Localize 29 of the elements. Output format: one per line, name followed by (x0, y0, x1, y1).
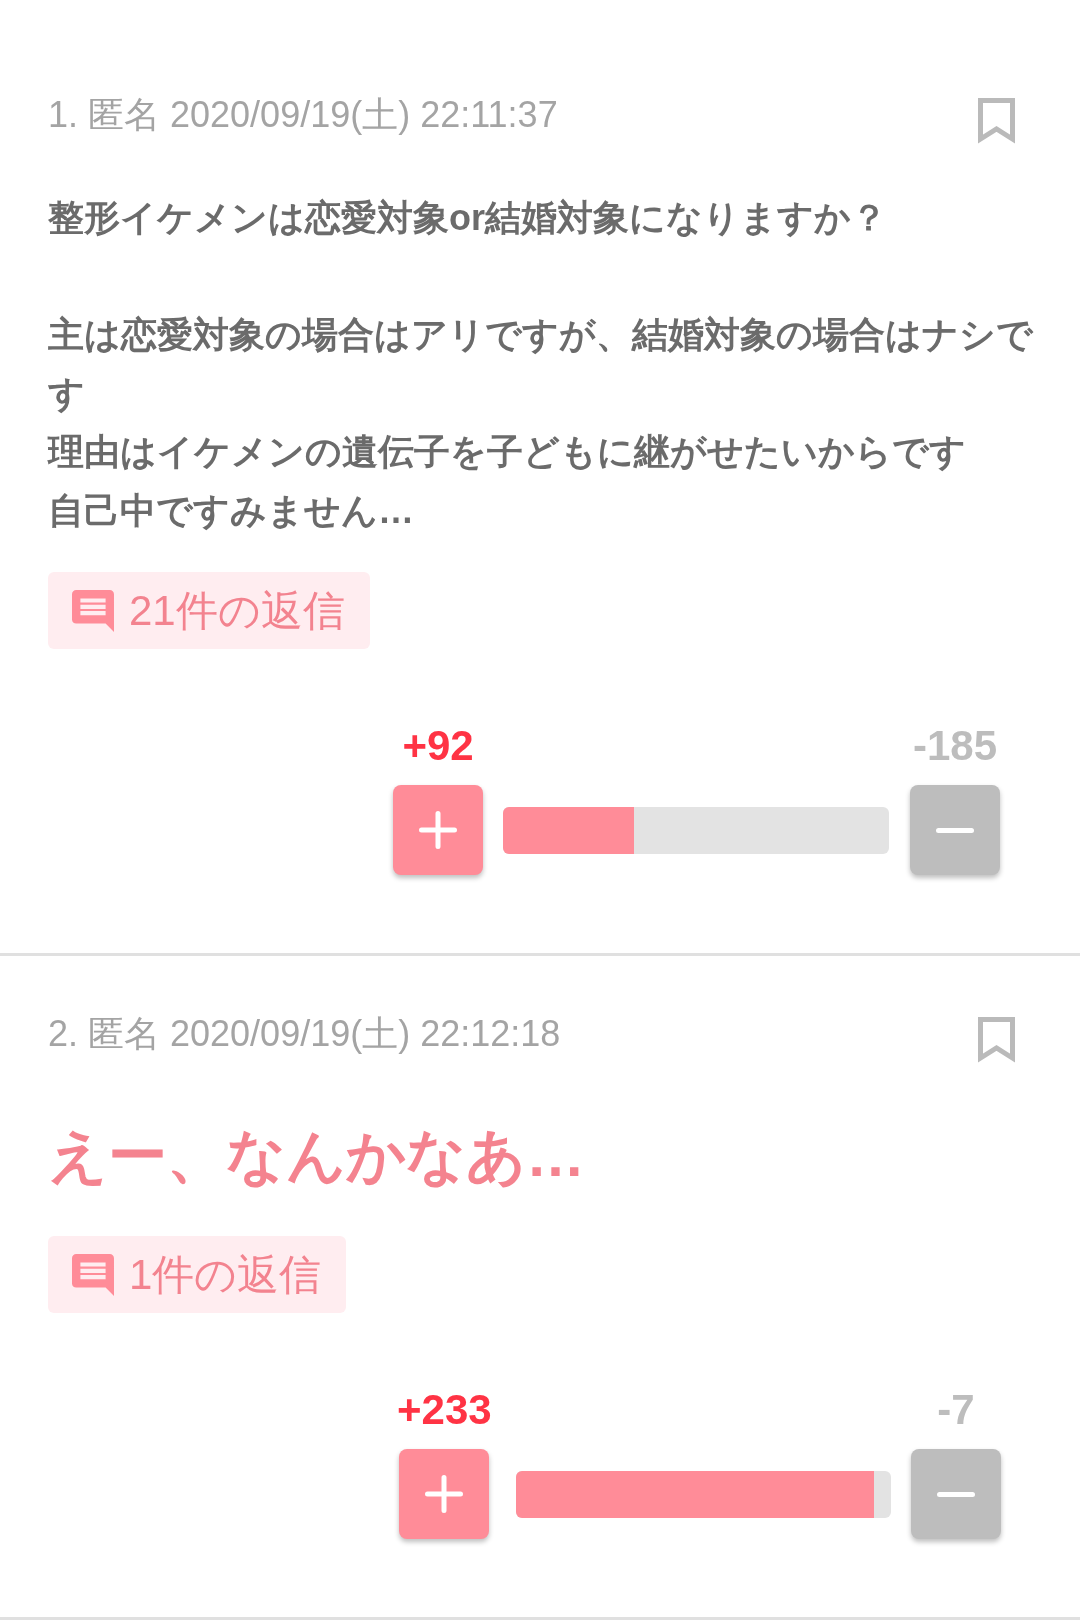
bookmark-icon[interactable] (978, 1017, 1015, 1063)
author-name: 匿名 (88, 1012, 161, 1056)
minus-count: -7 (936, 1385, 976, 1435)
comment-text: 整形イケメンは恋愛対象or結婚対象になりますか？ (48, 196, 888, 240)
bookmark-icon[interactable] (978, 98, 1015, 144)
speech-bubble-icon (72, 1253, 114, 1296)
minus-button[interactable] (909, 785, 1000, 875)
author-name: 匿名 (88, 93, 161, 137)
post-date: 2020/09/19(土) 22:11:37 (170, 93, 558, 137)
post-date: 2020/09/19(土) 22:12:18 (170, 1012, 561, 1056)
comment-number: 1. (48, 93, 79, 137)
replies-button[interactable]: 1件の返信 (48, 1236, 347, 1313)
comment-number: 2. (48, 1012, 79, 1056)
speech-bubble-icon (72, 589, 114, 632)
minus-icon (937, 1491, 975, 1497)
minus-icon (935, 827, 974, 833)
plus-icon (419, 811, 457, 849)
comment-text: 自己中ですみません… (48, 488, 415, 533)
minus-button[interactable] (911, 1449, 1001, 1539)
plus-icon (425, 1475, 464, 1513)
comment-text: えー、なんかなあ… (48, 1122, 586, 1191)
plus-count: +92 (401, 721, 475, 771)
plus-button[interactable] (393, 785, 483, 875)
plus-button[interactable] (399, 1449, 490, 1539)
plus-count: +233 (396, 1385, 493, 1435)
replies-button[interactable]: 21件の返信 (48, 572, 370, 649)
comment-text: 主は恋愛対象の場合はアリですが、結婚対象の場合はナシです (48, 313, 1034, 416)
minus-count: -185 (911, 721, 998, 771)
comment-text: 理由はイケメンの遺伝子を子どもに継がせたいからです (48, 430, 967, 474)
